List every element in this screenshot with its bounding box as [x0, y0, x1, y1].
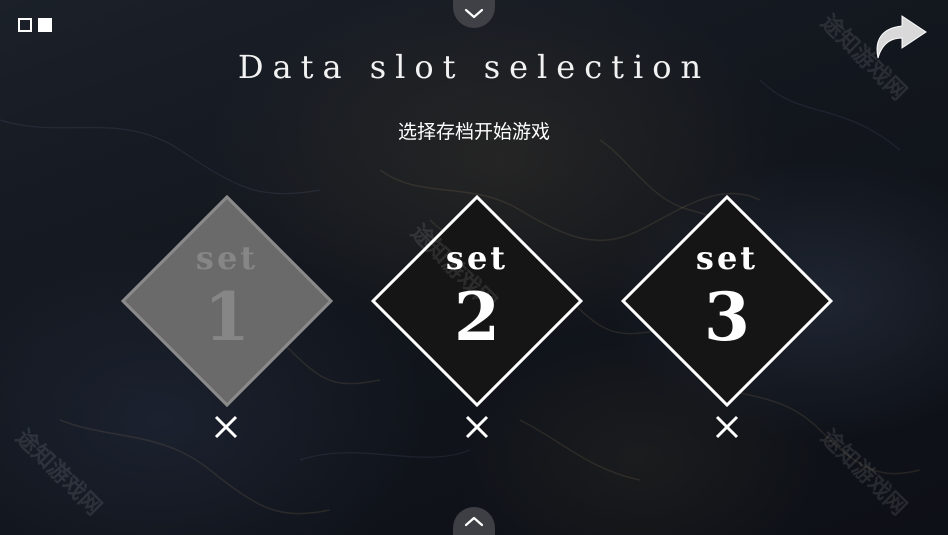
- slot-number: 3: [704, 278, 750, 356]
- delete-slot-3-button[interactable]: [712, 412, 742, 442]
- close-icon: [715, 415, 739, 439]
- slot-label-word: set: [695, 239, 759, 277]
- page-dot-1[interactable]: [18, 18, 32, 32]
- page-dot-2[interactable]: [38, 18, 52, 32]
- page-subtitle: 选择存档开始游戏: [397, 121, 550, 143]
- page-title: Data slot selection: [237, 48, 711, 86]
- slot-number: 1: [204, 278, 250, 356]
- save-slot-screen: Data slot selection 选择存档开始游戏 set 1 set 2…: [0, 0, 948, 535]
- page-indicator: [18, 18, 52, 32]
- delete-slot-2-button[interactable]: [462, 412, 492, 442]
- delete-slot-1-button[interactable]: [211, 412, 241, 442]
- slot-label-word: set: [195, 239, 259, 277]
- save-slot-1[interactable]: set 1: [120, 194, 334, 408]
- chevron-down-icon: [464, 8, 484, 19]
- chevron-up-icon: [464, 516, 484, 527]
- close-icon: [214, 415, 238, 439]
- save-slot-3[interactable]: set 3: [620, 194, 834, 408]
- close-icon: [465, 415, 489, 439]
